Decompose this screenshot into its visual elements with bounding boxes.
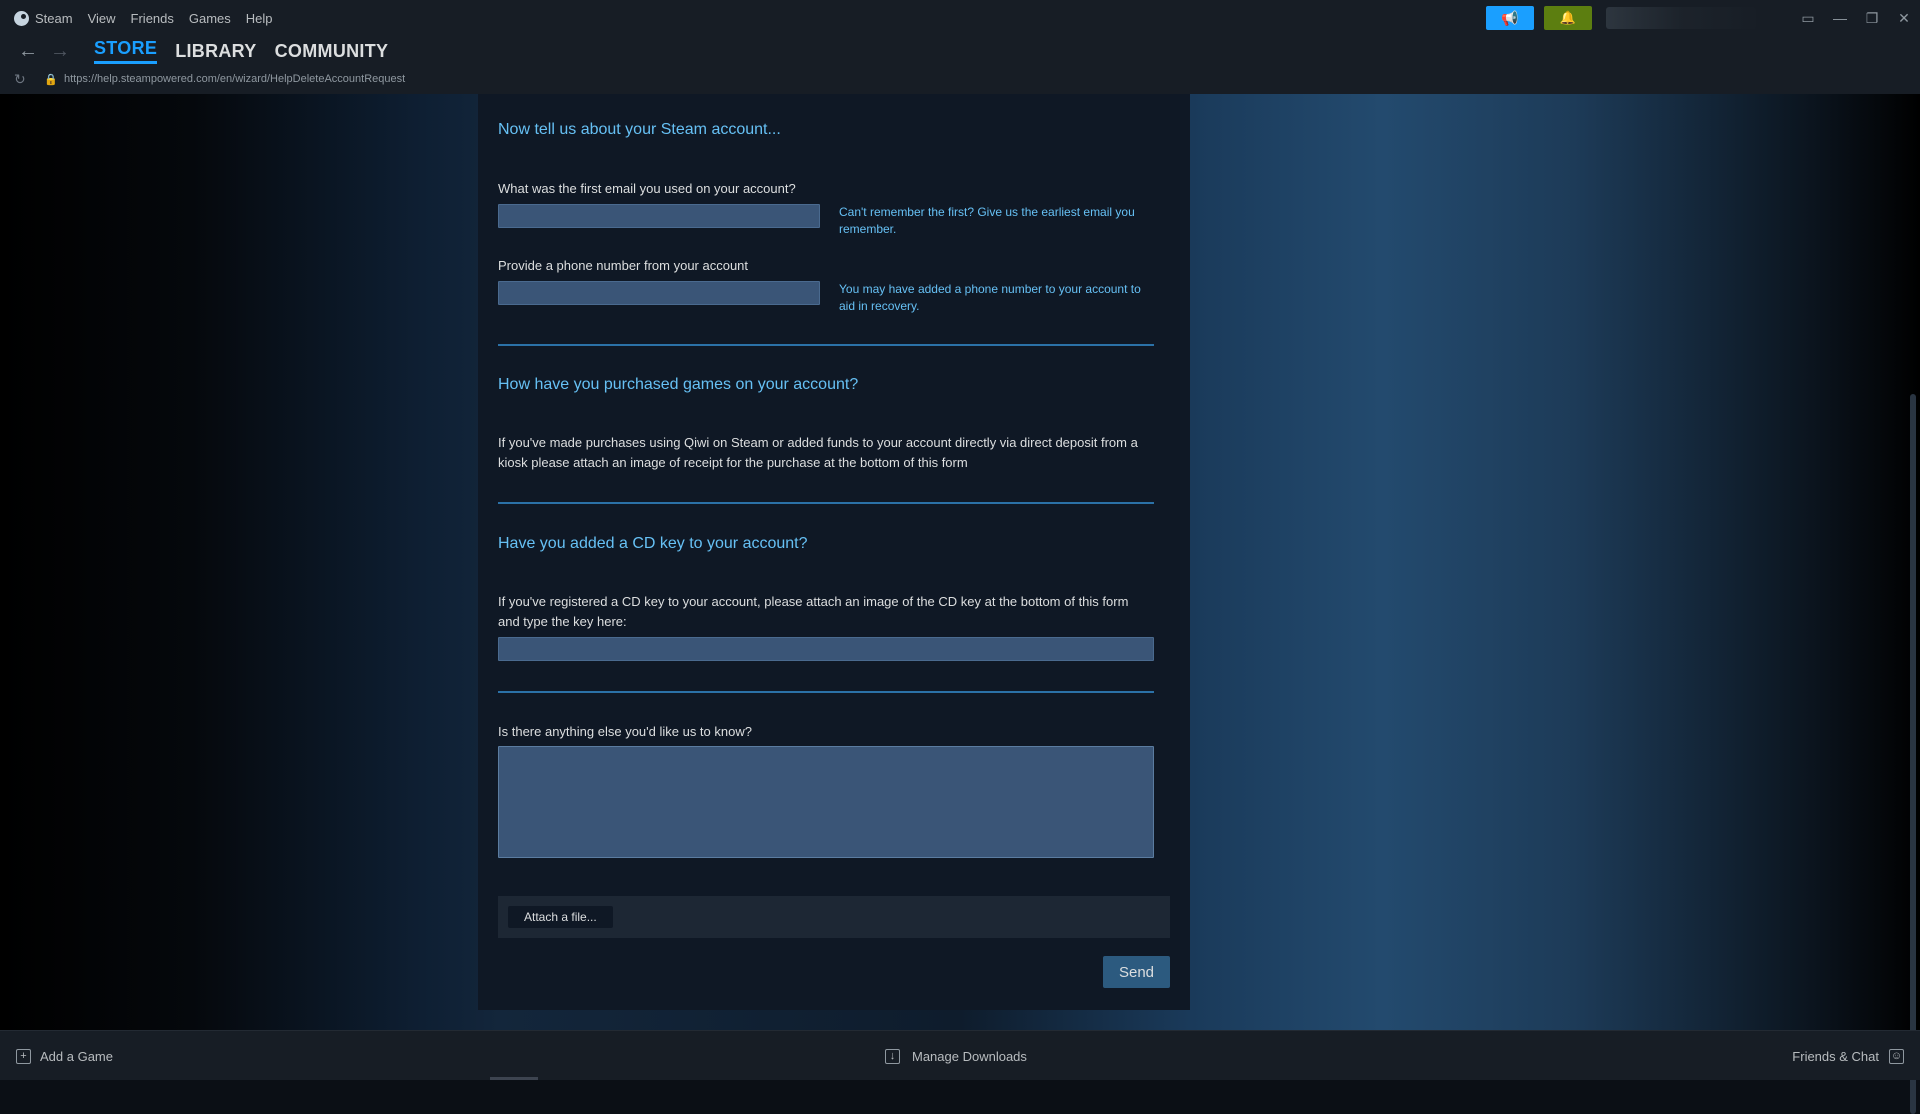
plus-icon: +: [16, 1048, 31, 1064]
maximize-icon[interactable]: ❐: [1856, 0, 1888, 36]
download-icon: ↓: [885, 1048, 900, 1064]
tab-library[interactable]: LIBRARY: [175, 41, 256, 62]
megaphone-icon: 📢: [1501, 9, 1519, 26]
divider: [498, 691, 1154, 693]
cdkey-text: If you've registered a CD key to your ac…: [498, 594, 1129, 629]
close-icon[interactable]: ✕: [1888, 0, 1920, 36]
menu-games[interactable]: Games: [189, 11, 231, 26]
title-bar-controls: 📢 🔔 ▭ — ❐ ✕: [1486, 0, 1920, 36]
url-text[interactable]: https://help.steampowered.com/en/wizard/…: [64, 73, 405, 85]
add-game-label: Add a Game: [40, 1048, 113, 1064]
menu-steam[interactable]: Steam: [14, 10, 73, 26]
divider: [498, 344, 1154, 346]
menu-view[interactable]: View: [88, 11, 116, 26]
phone-hint: You may have added a phone number to you…: [839, 282, 1141, 313]
email-hint: Can't remember the first? Give us the ea…: [839, 205, 1135, 236]
add-game-button[interactable]: + Add a Game: [16, 1031, 113, 1081]
big-picture-icon[interactable]: ▭: [1792, 0, 1824, 36]
other-info-label: Is there anything else you'd like us to …: [498, 724, 752, 739]
attach-file-button[interactable]: Attach a file...: [508, 906, 613, 928]
menu-bar: Steam View Friends Games Help: [0, 0, 288, 36]
notifications-button[interactable]: 🔔: [1544, 6, 1592, 30]
minimize-icon[interactable]: —: [1824, 0, 1856, 36]
friends-chat-button[interactable]: Friends & Chat ☺: [1792, 1031, 1904, 1081]
lock-icon: 🔒: [44, 73, 58, 86]
purchase-text: If you've made purchases using Qiwi on S…: [498, 435, 1138, 470]
email-field[interactable]: [498, 204, 820, 228]
phone-field[interactable]: [498, 281, 820, 305]
friends-chat-icon: ☺: [1889, 1048, 1904, 1064]
friends-chat-label: Friends & Chat: [1792, 1048, 1879, 1064]
tab-store[interactable]: STORE: [94, 38, 158, 64]
delete-account-form: Now tell us about your Steam account... …: [478, 94, 1190, 1010]
section-cdkey-title: Have you added a CD key to your account?: [498, 535, 808, 552]
scrollbar[interactable]: [1910, 394, 1916, 1114]
menu-friends[interactable]: Friends: [131, 11, 174, 26]
account-menu[interactable]: [1606, 7, 1756, 29]
section-purchase-title: How have you purchased games on your acc…: [498, 376, 859, 393]
bottom-bar: + Add a Game ↓ Manage Downloads Friends …: [0, 1030, 1920, 1080]
send-button[interactable]: Send: [1103, 956, 1170, 988]
email-label: What was the first email you used on you…: [498, 181, 796, 196]
tab-community[interactable]: COMMUNITY: [275, 41, 389, 62]
nav-row: ← → STORE LIBRARY COMMUNITY: [12, 36, 388, 66]
url-bar: ↻ 🔒 https://help.steampowered.com/en/wiz…: [14, 68, 405, 90]
nav-bar: ← → STORE LIBRARY COMMUNITY ↻ 🔒 https://…: [0, 36, 1920, 94]
manage-downloads-button[interactable]: ↓ Manage Downloads: [885, 1031, 1027, 1081]
menu-steam-label: Steam: [35, 10, 73, 26]
announcements-button[interactable]: 📢: [1486, 6, 1534, 30]
refresh-icon[interactable]: ↻: [14, 71, 44, 88]
arrow-right-icon[interactable]: →: [44, 40, 76, 63]
steam-logo-icon: [14, 10, 29, 26]
attachment-bar: Attach a file...: [498, 896, 1170, 938]
arrow-left-icon[interactable]: ←: [12, 40, 44, 63]
cdkey-field[interactable]: [498, 637, 1154, 661]
manage-downloads-label: Manage Downloads: [912, 1048, 1027, 1064]
menu-help[interactable]: Help: [246, 11, 273, 26]
phone-label: Provide a phone number from your account: [498, 258, 749, 273]
divider: [498, 502, 1154, 504]
title-bar: Steam View Friends Games Help 📢 🔔 ▭ — ❐ …: [0, 0, 1920, 36]
other-info-textarea[interactable]: [498, 746, 1154, 858]
bell-icon: 🔔: [1559, 10, 1577, 25]
section-account-title: Now tell us about your Steam account...: [498, 121, 781, 138]
